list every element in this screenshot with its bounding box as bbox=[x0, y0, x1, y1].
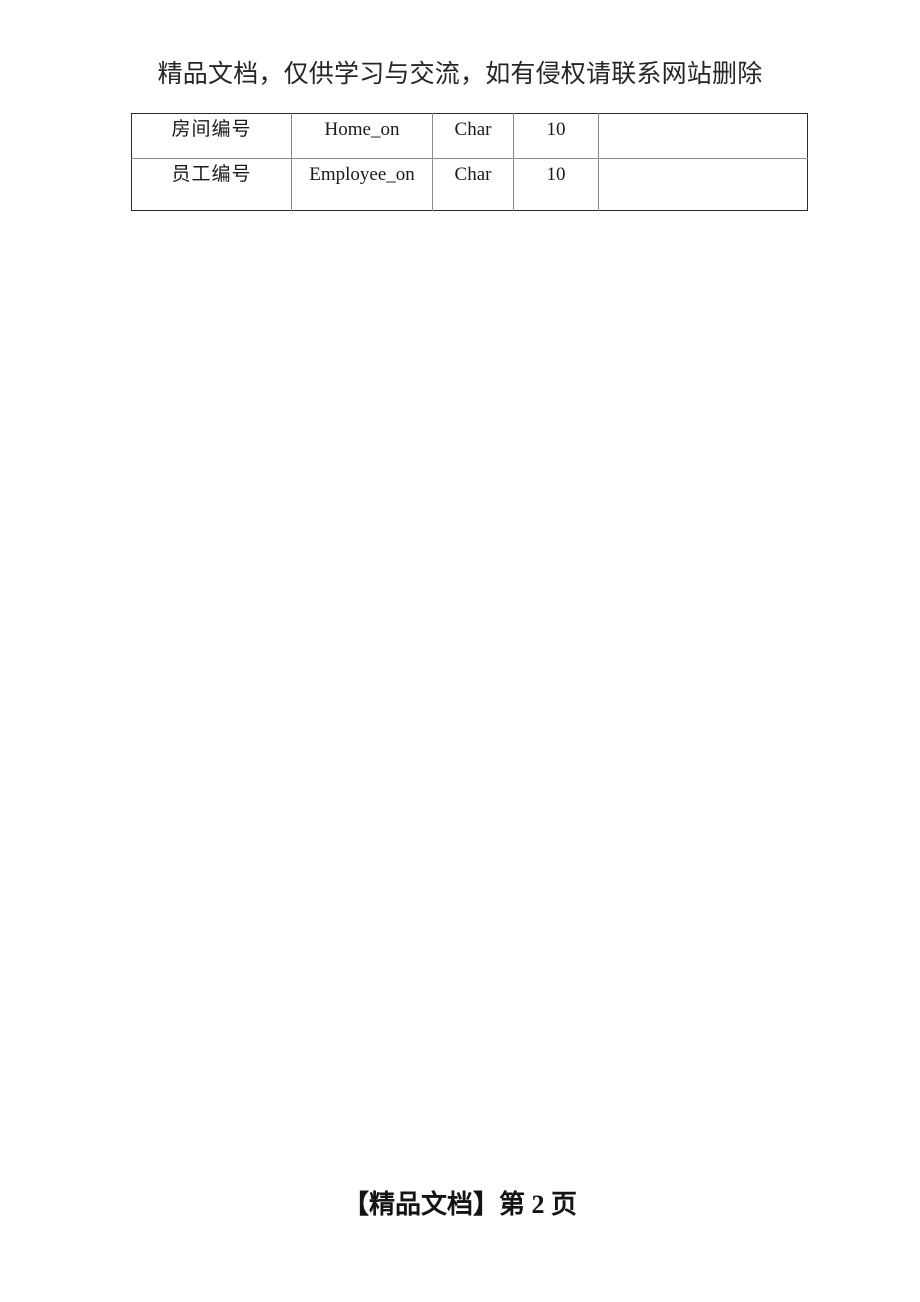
cell-length: 10 bbox=[513, 113, 599, 159]
field-definition-table: 房间编号 Home_on Char 10 员工编号 Employee_on Ch… bbox=[131, 113, 808, 211]
cell-type: Char bbox=[432, 158, 514, 211]
cell-remark bbox=[598, 113, 808, 159]
cell-type: Char bbox=[432, 113, 514, 159]
cell-field: Employee_on bbox=[291, 158, 433, 211]
cell-remark bbox=[599, 159, 808, 211]
document-page: 精品文档，仅供学习与交流，如有侵权请联系网站删除 房间编号 Home_on Ch… bbox=[0, 0, 920, 1302]
cell-name-cn: 员工编号 bbox=[131, 158, 292, 211]
document-footer: 【精品文档】第 2 页 bbox=[342, 1190, 577, 1219]
cell-name-cn: 房间编号 bbox=[131, 113, 292, 159]
table-row: 房间编号 Home_on Char 10 bbox=[131, 113, 808, 159]
table-row: 员工编号 Employee_on Char 10 bbox=[131, 158, 808, 211]
cell-field: Home_on bbox=[291, 113, 433, 159]
cell-length: 10 bbox=[513, 158, 599, 211]
document-header-notice: 精品文档，仅供学习与交流，如有侵权请联系网站删除 bbox=[157, 61, 763, 88]
